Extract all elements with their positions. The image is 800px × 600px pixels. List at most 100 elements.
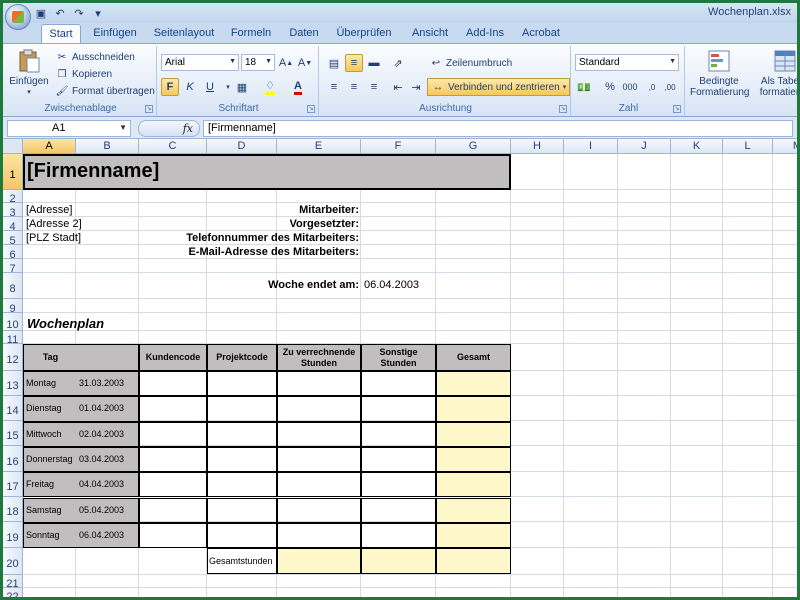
billable-hours-cell[interactable] [277, 446, 361, 473]
project-code-cell[interactable] [207, 472, 277, 498]
other-hours-cell[interactable] [361, 371, 436, 397]
format-as-table-button[interactable]: Als Tabelle formatieren [755, 48, 797, 98]
total-cell[interactable] [436, 497, 511, 523]
row-header-20[interactable]: 20 [3, 548, 23, 575]
number-dialog-launcher[interactable]: ↘ [673, 105, 681, 113]
row-header-8[interactable]: 8 [3, 273, 23, 299]
column-header-c[interactable]: C [139, 139, 207, 154]
column-header-g[interactable]: G [436, 139, 511, 154]
grand-total-cell[interactable] [436, 548, 511, 575]
column-header-l[interactable]: L [723, 139, 773, 154]
total-cell[interactable] [436, 522, 511, 549]
tab-formeln[interactable]: Formeln [227, 24, 275, 43]
column-header-a[interactable]: A [23, 139, 76, 154]
column-header-i[interactable]: I [564, 139, 618, 154]
row-header-19[interactable]: 19 [3, 522, 23, 548]
row-header-4[interactable]: 4 [3, 217, 23, 233]
name-box[interactable]: A1 ▼ [7, 120, 131, 137]
row-header-5[interactable]: 5 [3, 231, 23, 247]
tab-acrobat[interactable]: Acrobat [517, 24, 565, 43]
project-code-cell[interactable] [207, 396, 277, 422]
align-center-icon[interactable]: ≡ [345, 78, 363, 96]
total-billable-cell[interactable] [277, 548, 361, 575]
paste-button[interactable]: Einfügen ▾ [7, 48, 51, 98]
row-header-9[interactable]: 9 [3, 299, 23, 315]
tab-addins[interactable]: Add-Ins [463, 24, 507, 43]
merge-dropdown-icon[interactable]: ▾ [563, 83, 567, 91]
percent-button[interactable]: % [601, 78, 619, 96]
tab-ansicht[interactable]: Ansicht [407, 24, 453, 43]
column-header-f[interactable]: F [361, 139, 436, 154]
project-code-cell[interactable] [207, 522, 277, 549]
save-icon[interactable]: ▣ [33, 6, 49, 20]
decrease-decimal-icon[interactable]: ,00 [661, 78, 679, 96]
other-hours-cell[interactable] [361, 446, 436, 473]
merge-center-button[interactable]: ↔ Verbinden und zentrieren ▾ [427, 78, 571, 96]
address-line-1[interactable]: [Adresse] [26, 204, 72, 216]
thousands-button[interactable]: 000 [619, 78, 641, 96]
other-hours-cell[interactable] [361, 472, 436, 498]
row-header-13[interactable]: 13 [3, 371, 23, 396]
font-dialog-launcher[interactable]: ↘ [307, 105, 315, 113]
align-middle-icon[interactable]: ≡ [345, 54, 363, 72]
total-cell[interactable] [436, 472, 511, 498]
customer-code-cell[interactable] [139, 472, 207, 498]
project-code-cell[interactable] [207, 446, 277, 473]
column-header-e[interactable]: E [277, 139, 361, 154]
customer-code-cell[interactable] [139, 446, 207, 473]
row-header-15[interactable]: 15 [3, 421, 23, 446]
increase-decimal-icon[interactable]: ,0 [643, 78, 661, 96]
billable-hours-cell[interactable] [277, 396, 361, 422]
customer-code-cell[interactable] [139, 497, 207, 523]
font-name-select[interactable]: Arial ▼ [161, 54, 239, 71]
shrink-font-button[interactable]: A ▼ [296, 54, 314, 72]
redo-icon[interactable]: ↷ [71, 6, 87, 20]
customer-code-cell[interactable] [139, 371, 207, 397]
currency-icon[interactable]: 💵 [575, 78, 593, 96]
align-top-icon[interactable]: ▤ [325, 54, 343, 72]
conditional-formatting-button[interactable]: Bedingte Formatierung [689, 48, 749, 98]
italic-button[interactable]: K [181, 78, 199, 96]
decrease-indent-icon[interactable]: ⇤ [389, 78, 407, 96]
align-right-icon[interactable]: ≡ [365, 78, 383, 96]
fx-icon[interactable]: fx [183, 122, 193, 135]
other-hours-cell[interactable] [361, 522, 436, 549]
row-header-16[interactable]: 16 [3, 446, 23, 472]
grow-font-button[interactable]: A ▲ [277, 54, 295, 72]
orientation-icon[interactable]: ⇗ [389, 54, 407, 72]
tab-start[interactable]: Start [41, 24, 81, 43]
project-code-cell[interactable] [207, 421, 277, 447]
alignment-dialog-launcher[interactable]: ↘ [559, 105, 567, 113]
billable-hours-cell[interactable] [277, 371, 361, 397]
office-button[interactable] [5, 4, 31, 30]
week-end-value[interactable]: 06.04.2003 [364, 279, 419, 291]
tab-seitenlayout[interactable]: Seitenlayout [151, 24, 217, 43]
row-header-3[interactable]: 3 [3, 203, 23, 219]
total-cell[interactable] [436, 371, 511, 397]
column-header-k[interactable]: K [671, 139, 723, 154]
total-other-cell[interactable] [361, 548, 436, 575]
row-header-22[interactable]: 22 [3, 588, 23, 597]
row-header-1[interactable]: 1 [3, 154, 23, 190]
column-header-d[interactable]: D [207, 139, 277, 154]
column-header-j[interactable]: J [618, 139, 671, 154]
total-cell[interactable] [436, 421, 511, 447]
customize-qat-icon[interactable]: ▾ [90, 6, 106, 20]
project-code-cell[interactable] [207, 497, 277, 523]
total-cell[interactable] [436, 446, 511, 473]
underline-button[interactable]: U [201, 78, 219, 96]
undo-icon[interactable]: ↶ [52, 6, 68, 20]
customer-code-cell[interactable] [139, 396, 207, 422]
row-header-17[interactable]: 17 [3, 472, 23, 497]
other-hours-cell[interactable] [361, 421, 436, 447]
align-bottom-icon[interactable]: ▬ [365, 54, 383, 72]
copy-button[interactable]: ❐ Kopieren [55, 67, 113, 81]
column-header-h[interactable]: H [511, 139, 564, 154]
fill-color-icon[interactable]: ♢ [261, 78, 279, 96]
billable-hours-cell[interactable] [277, 421, 361, 447]
increase-indent-icon[interactable]: ⇥ [407, 78, 425, 96]
select-all-corner[interactable] [3, 139, 23, 154]
formula-input[interactable]: [Firmenname] [203, 120, 793, 137]
cut-button[interactable]: ✂ Ausschneiden [55, 50, 135, 64]
number-format-select[interactable]: Standard ▼ [575, 54, 679, 71]
